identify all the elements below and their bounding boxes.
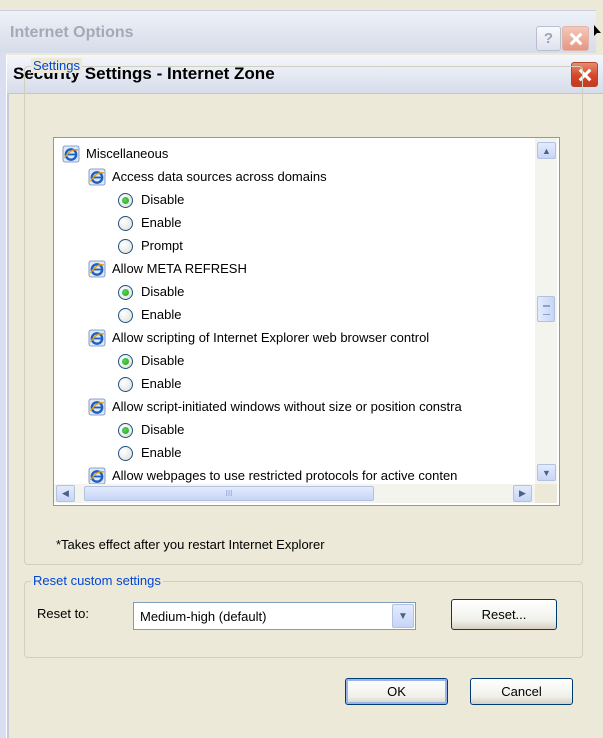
cursor-icon [594, 25, 601, 36]
ie-settings-icon [88, 329, 106, 347]
scroll-right-button[interactable]: ▶ [513, 485, 532, 502]
reset-to-label: Reset to: [37, 606, 90, 621]
cancel-button[interactable]: Cancel [470, 678, 573, 705]
option-label: Disable [141, 192, 185, 207]
ie-settings-icon [88, 398, 106, 416]
ie-settings-icon [88, 168, 106, 186]
reset-button[interactable]: Reset... [451, 599, 557, 630]
option-label: Enable [141, 215, 182, 230]
setting-label: Access data sources across domains [112, 169, 327, 184]
internet-options-titlebar: Internet Options ? [0, 10, 596, 53]
setting-label: Allow webpages to use restricted protoco… [112, 468, 458, 483]
reset-group-label: Reset custom settings [31, 573, 163, 588]
radio-checked-icon[interactable] [118, 285, 133, 300]
radio-icon[interactable] [118, 239, 133, 254]
reset-level-select[interactable]: Medium-high (default) ▼ [133, 602, 416, 630]
setting-label: Allow scripting of Internet Explorer web… [112, 330, 430, 345]
internet-options-close-button[interactable] [562, 26, 589, 51]
horizontal-scroll-thumb[interactable]: III [84, 486, 374, 501]
settings-list-content: Miscellaneous Access data sources across … [54, 138, 535, 484]
option-label: Prompt [141, 238, 183, 253]
help-button[interactable]: ? [536, 26, 561, 51]
option-label: Disable [141, 422, 185, 437]
radio-checked-icon[interactable] [118, 354, 133, 369]
option-label: Enable [141, 376, 182, 391]
radio-icon[interactable] [118, 446, 133, 461]
reset-level-value: Medium-high (default) [140, 609, 267, 624]
horizontal-scrollbar[interactable]: ◀ III ▶ [54, 484, 535, 503]
radio-icon[interactable] [118, 308, 133, 323]
scroll-up-button[interactable]: ▲ [537, 142, 556, 159]
ie-settings-icon [88, 467, 106, 484]
option-label: Disable [141, 284, 185, 299]
category-label: Miscellaneous [86, 146, 169, 161]
ok-button[interactable]: OK [345, 678, 448, 705]
ie-settings-icon [62, 145, 80, 163]
scroll-down-button[interactable]: ▼ [537, 464, 556, 481]
radio-checked-icon[interactable] [118, 423, 133, 438]
restart-note: *Takes effect after you restart Internet… [56, 537, 325, 552]
settings-group-label: Settings [31, 58, 82, 73]
setting-label: Allow script-initiated windows without s… [112, 399, 462, 414]
radio-icon[interactable] [118, 216, 133, 231]
chevron-down-icon[interactable]: ▼ [392, 604, 414, 628]
setting-label: Allow META REFRESH [112, 261, 247, 276]
option-label: Enable [141, 445, 182, 460]
vertical-scrollbar[interactable]: ▲ ▼ [535, 138, 557, 484]
vertical-scroll-thumb[interactable] [537, 296, 555, 322]
option-label: Enable [141, 307, 182, 322]
scroll-corner [535, 484, 557, 503]
scroll-left-button[interactable]: ◀ [56, 485, 75, 502]
ie-settings-icon [88, 260, 106, 278]
radio-icon[interactable] [118, 377, 133, 392]
dialog-edge [7, 93, 9, 738]
settings-list[interactable]: Miscellaneous Access data sources across … [53, 137, 560, 506]
radio-checked-icon[interactable] [118, 193, 133, 208]
internet-options-title: Internet Options [10, 24, 134, 41]
option-label: Disable [141, 353, 185, 368]
